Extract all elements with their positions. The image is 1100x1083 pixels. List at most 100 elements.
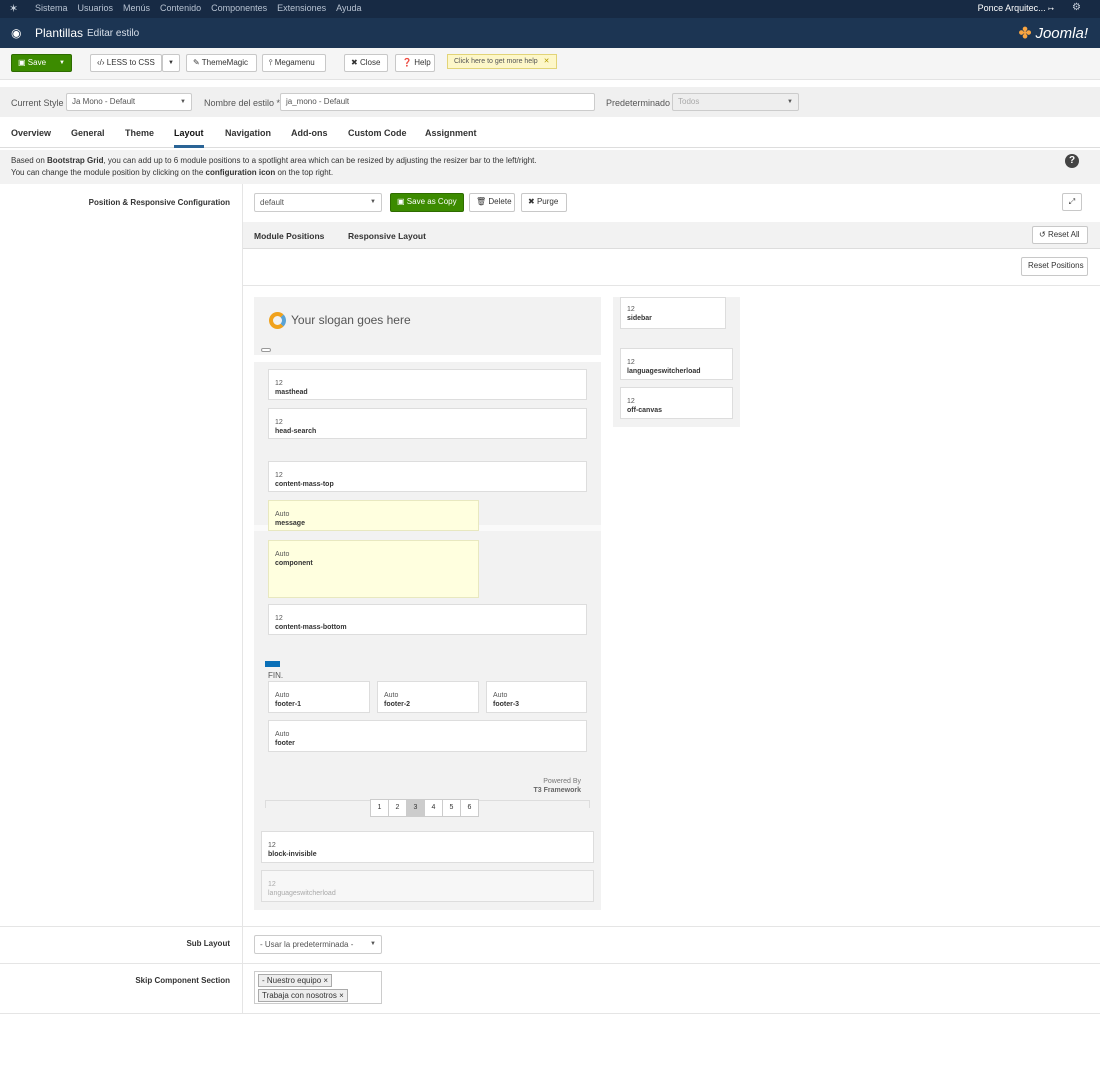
menu-contenido[interactable]: Contenido: [160, 3, 201, 14]
position-block-invisible[interactable]: 12 block-invisible: [261, 831, 594, 863]
position-sidebar[interactable]: 12 sidebar: [620, 297, 726, 329]
position-content-mass-top[interactable]: 12 content-mass-top: [268, 461, 587, 492]
menu-usuarios[interactable]: Usuarios: [78, 3, 114, 14]
purge-button[interactable]: ✖ Purge: [521, 193, 567, 212]
powered-by: Powered By T3 Framework: [500, 777, 581, 795]
menu-menus[interactable]: Menús: [123, 3, 150, 14]
joomla-logo: ✤ Joomla!: [1019, 24, 1088, 42]
page-header: ◉ Plantillas Editar estilo ✤ Joomla!: [0, 18, 1100, 48]
position-content-mass-bottom[interactable]: 12 content-mass-bottom: [268, 604, 587, 635]
position-footer-1[interactable]: Auto footer-1: [268, 681, 370, 713]
delete-button[interactable]: 🗑 Delete: [469, 193, 515, 212]
current-style-label: Current Style: [11, 98, 64, 108]
less-to-css-button[interactable]: ‹/› LESS to CSS: [90, 54, 162, 72]
reset-all-button[interactable]: ↺ Reset All: [1032, 226, 1088, 244]
position-name: footer-2: [384, 701, 411, 708]
position-size: 12: [275, 419, 283, 426]
help-circle-icon[interactable]: ?: [1065, 154, 1079, 168]
page-5[interactable]: 5: [442, 799, 461, 817]
chip-remove-icon[interactable]: ×: [339, 991, 344, 1000]
position-config-label: Position & Responsive Configuration: [88, 198, 230, 207]
thememagic-button[interactable]: ✎ ThemeMagic: [186, 54, 257, 72]
menu-extensiones[interactable]: Extensiones: [277, 3, 326, 14]
position-languageswitcherload[interactable]: 12 languageswitcherload: [620, 348, 733, 380]
help-tooltip-text: Click here to get more help: [454, 58, 538, 65]
save-button[interactable]: ▣ Save ▼: [11, 54, 72, 72]
current-style-select[interactable]: Ja Mono - Default ▼: [66, 93, 192, 111]
tab-overview[interactable]: Overview: [11, 128, 51, 138]
chevron-down-icon: ▼: [370, 941, 376, 947]
default-label: Predeterminado: [606, 98, 671, 108]
position-name: head-search: [275, 428, 317, 435]
menu-sistema[interactable]: Sistema: [35, 3, 68, 14]
tab-navigation[interactable]: Navigation: [225, 128, 271, 138]
tab-module-positions[interactable]: Module Positions: [254, 231, 324, 258]
joomla-icon[interactable]: ✶: [9, 3, 18, 15]
position-footer[interactable]: Auto footer: [268, 720, 587, 752]
chevron-down-icon: ▼: [370, 199, 376, 205]
divider: [0, 1013, 1100, 1014]
save-as-copy-button[interactable]: ▣ Save as Copy: [390, 193, 464, 212]
user-menu[interactable]: Ponce Arquitec... ↦: [978, 3, 1054, 13]
eye-icon: ◉: [11, 26, 22, 40]
layout-select[interactable]: default ▼: [254, 193, 382, 212]
position-off-canvas[interactable]: 12 off-canvas: [620, 387, 733, 419]
page-1[interactable]: 1: [370, 799, 389, 817]
megamenu-button[interactable]: ⫯ Megamenu: [262, 54, 326, 72]
blue-marker: [265, 661, 280, 667]
position-name: footer-1: [275, 701, 302, 708]
position-name: footer-3: [493, 701, 520, 708]
gear-icon[interactable]: ⚙: [1072, 2, 1081, 13]
less-dropdown-caret-icon[interactable]: ▼: [162, 54, 180, 72]
position-name: off-canvas: [627, 407, 663, 414]
info-text: on the top right.: [275, 168, 334, 177]
page-subtitle: Editar estilo: [87, 28, 140, 39]
style-name-label: Nombre del estilo *: [204, 98, 281, 108]
menu-componentes[interactable]: Componentes: [211, 3, 267, 14]
position-footer-2[interactable]: Auto footer-2: [377, 681, 479, 713]
position-head-search[interactable]: 12 head-search: [268, 408, 587, 439]
divider: [242, 184, 243, 1014]
position-languageswitcherload-hidden[interactable]: 12 languageswitcherload: [261, 870, 594, 902]
position-footer-3[interactable]: Auto footer-3: [486, 681, 587, 713]
position-component[interactable]: Auto component: [268, 540, 479, 598]
tab-add-ons[interactable]: Add-ons: [291, 128, 328, 138]
save-dropdown-caret-icon[interactable]: ▼: [59, 55, 65, 71]
close-button[interactable]: ✖ Close: [344, 54, 388, 72]
tooltip-close-icon[interactable]: ✕: [544, 58, 550, 65]
style-name-input[interactable]: ja_mono - Default: [280, 93, 595, 111]
menu-ayuda[interactable]: Ayuda: [336, 3, 361, 14]
help-label: Help: [414, 58, 431, 67]
chevron-down-icon: ▼: [787, 99, 793, 105]
position-size: Auto: [275, 511, 290, 518]
sub-layout-select[interactable]: - Usar la predeterminada - ▼: [254, 935, 382, 954]
joomla-logo-mark: ✤: [1018, 25, 1032, 42]
reset-positions-button[interactable]: Reset Positions: [1021, 257, 1088, 276]
position-name: footer: [275, 740, 295, 747]
default-select[interactable]: Todos ▼: [672, 93, 799, 111]
position-masthead[interactable]: 12 masthead: [268, 369, 587, 400]
page-2[interactable]: 2: [388, 799, 407, 817]
delete-label: Delete: [488, 197, 512, 206]
page-3[interactable]: 3: [406, 799, 425, 817]
page-6[interactable]: 6: [460, 799, 479, 817]
info-text: Based on: [11, 156, 48, 165]
fullscreen-icon[interactable]: ⤢: [1062, 193, 1082, 211]
navbar-toggle-icon[interactable]: [261, 348, 271, 352]
position-size: 12: [268, 881, 276, 888]
help-button[interactable]: ❓ Help: [395, 54, 435, 72]
chip-label: - Nuestro equipo: [262, 976, 322, 985]
page-4[interactable]: 4: [424, 799, 443, 817]
info-text: You can change the module position by cl…: [11, 168, 206, 177]
tab-responsive-layout[interactable]: Responsive Layout: [348, 231, 426, 241]
position-size: 12: [627, 306, 635, 313]
tab-layout[interactable]: Layout: [174, 128, 204, 148]
chip-remove-icon[interactable]: ×: [323, 976, 328, 985]
divider: [0, 963, 1100, 964]
tab-general[interactable]: General: [71, 128, 105, 138]
position-message[interactable]: Auto message: [268, 500, 479, 531]
info-text: , you can add up to 6 module positions t…: [103, 156, 537, 165]
tab-assignment[interactable]: Assignment: [425, 128, 477, 138]
tab-custom-code[interactable]: Custom Code: [348, 128, 407, 138]
tab-theme[interactable]: Theme: [125, 128, 154, 138]
